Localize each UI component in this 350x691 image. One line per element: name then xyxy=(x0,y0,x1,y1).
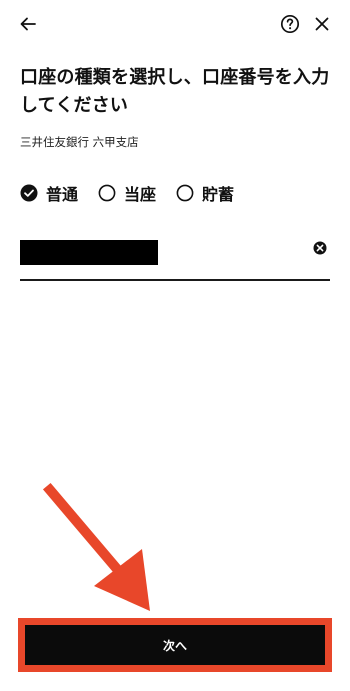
next-button[interactable]: 次へ xyxy=(25,625,325,665)
arrow-left-icon xyxy=(20,17,36,31)
radio-unchecked-icon xyxy=(176,184,194,202)
next-button-highlight: 次へ xyxy=(18,618,332,672)
radio-savings[interactable]: 貯蓄 xyxy=(176,181,234,205)
account-number-field[interactable] xyxy=(20,233,330,281)
top-bar xyxy=(0,0,350,50)
clear-input-button[interactable] xyxy=(312,240,328,256)
radio-checked-icon xyxy=(20,184,38,202)
question-circle-icon xyxy=(280,14,300,34)
account-number-redacted xyxy=(20,240,158,265)
back-button[interactable] xyxy=(14,10,42,38)
help-button[interactable] xyxy=(276,10,304,38)
close-icon xyxy=(315,17,329,31)
radio-unchecked-icon xyxy=(98,184,116,202)
bank-branch-label: 三井住友銀行 六甲支店 xyxy=(20,135,139,149)
clear-circle-icon xyxy=(313,241,327,255)
radio-label: 貯蓄 xyxy=(202,185,235,204)
radio-checking[interactable]: 当座 xyxy=(98,181,156,205)
radio-label: 当座 xyxy=(124,185,157,204)
radio-ordinary[interactable]: 普通 xyxy=(20,181,78,205)
next-button-label: 次へ xyxy=(162,638,187,653)
close-button[interactable] xyxy=(308,10,336,38)
radio-label: 普通 xyxy=(46,185,79,204)
page-title: 口座の種類を選択し、口座番号を入力してください xyxy=(20,67,330,116)
account-type-radio-group: 普通 当座 貯蓄 xyxy=(20,179,254,207)
